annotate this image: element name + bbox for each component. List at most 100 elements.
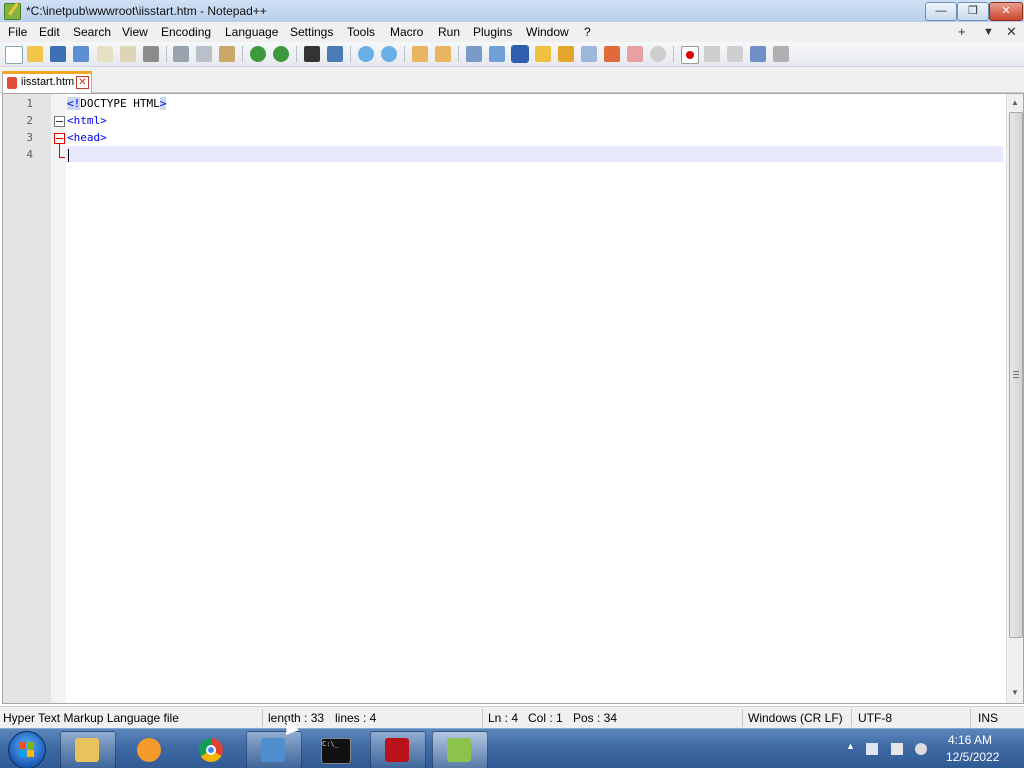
- redo-icon[interactable]: [273, 46, 289, 62]
- status-divider: [742, 709, 743, 727]
- menu-run[interactable]: Run: [438, 25, 460, 39]
- undo-icon[interactable]: [250, 46, 266, 62]
- media-player-icon: [137, 738, 161, 762]
- line-number: 4: [26, 148, 33, 161]
- taskbar-filezilla[interactable]: [370, 731, 426, 768]
- toolbar-separator: [404, 46, 405, 62]
- network-icon[interactable]: [866, 743, 878, 755]
- save-macro-icon[interactable]: [773, 46, 789, 62]
- notepad-plus-plus-icon[interactable]: [4, 3, 21, 20]
- tab-iisstart[interactable]: iisstart.htm ✕: [2, 71, 92, 94]
- toolbar-separator: [166, 46, 167, 62]
- menu-encoding[interactable]: Encoding: [161, 25, 211, 39]
- toolbar: [0, 42, 1024, 67]
- replace-icon[interactable]: [327, 46, 343, 62]
- menu-language[interactable]: Language: [225, 25, 278, 39]
- stop-recording-icon[interactable]: [704, 46, 720, 62]
- word-wrap-icon[interactable]: [466, 46, 482, 62]
- record-macro-icon[interactable]: [681, 46, 699, 64]
- folder-as-workspace-icon[interactable]: [604, 46, 620, 62]
- desktop-screen: *C:\inetpub\wwwroot\iisstart.htm - Notep…: [0, 0, 1024, 768]
- status-insert-mode[interactable]: INS: [978, 711, 998, 725]
- run-macro-multiple-icon[interactable]: [750, 46, 766, 62]
- volume-icon[interactable]: [915, 743, 927, 755]
- status-encoding[interactable]: UTF-8: [858, 711, 892, 725]
- menu-file[interactable]: File: [8, 25, 27, 39]
- monitoring-icon[interactable]: [627, 46, 643, 62]
- new-tab-plus-button[interactable]: +: [958, 24, 966, 39]
- close-document-button[interactable]: ✕: [1006, 24, 1017, 40]
- menu-edit[interactable]: Edit: [39, 25, 60, 39]
- play-macro-icon[interactable]: [727, 46, 743, 62]
- status-lines: lines : 4: [335, 711, 377, 725]
- code-line-2: <html>: [67, 114, 107, 127]
- line-number: 2: [26, 114, 33, 127]
- menu-view[interactable]: View: [122, 25, 148, 39]
- menu-search[interactable]: Search: [73, 25, 111, 39]
- status-divider: [851, 709, 852, 727]
- close-window-button[interactable]: ✕: [989, 2, 1023, 21]
- status-column: Col : 1: [528, 711, 563, 725]
- close-icon[interactable]: [97, 46, 113, 62]
- current-line-highlight: [66, 146, 1003, 162]
- fold-toggle-head[interactable]: [54, 133, 65, 144]
- sync-horizontal-icon[interactable]: [435, 46, 451, 62]
- status-line-number: Ln : 4: [488, 711, 519, 725]
- paste-icon[interactable]: [219, 46, 235, 62]
- menu-macro[interactable]: Macro: [390, 25, 423, 39]
- clock-time[interactable]: 4:16 AM: [948, 733, 992, 747]
- open-file-icon[interactable]: [27, 46, 43, 62]
- status-divider: [482, 709, 483, 727]
- user-language-icon[interactable]: [535, 46, 551, 62]
- taskbar-media-player[interactable]: [122, 731, 178, 768]
- fold-toggle-html[interactable]: [54, 116, 65, 127]
- tab-list-dropdown-button[interactable]: ▼: [983, 26, 994, 38]
- zoom-in-icon[interactable]: [358, 46, 374, 62]
- windows-logo-icon: [19, 742, 35, 758]
- function-list-icon[interactable]: [581, 46, 597, 62]
- doctype-close: >: [159, 97, 167, 110]
- code-editor[interactable]: 1 2 3 4 <!DOCTYPE HTML> <html> <head> ▲ …: [2, 93, 1024, 704]
- new-file-icon[interactable]: [5, 46, 23, 64]
- line-number-gutter: [3, 94, 51, 703]
- scroll-down-arrow[interactable]: ▼: [1011, 688, 1019, 697]
- menu-settings[interactable]: Settings: [290, 25, 333, 39]
- restore-button[interactable]: ❐: [957, 2, 989, 21]
- taskbar-chrome[interactable]: [184, 731, 240, 768]
- save-all-icon[interactable]: [73, 46, 89, 62]
- close-all-icon[interactable]: [120, 46, 136, 62]
- copy-icon[interactable]: [196, 46, 212, 62]
- menu-window[interactable]: Window: [526, 25, 569, 39]
- minimize-button[interactable]: —: [925, 2, 957, 21]
- zoom-out-icon[interactable]: [381, 46, 397, 62]
- show-all-chars-icon[interactable]: [489, 46, 505, 62]
- scroll-up-arrow[interactable]: ▲: [1011, 98, 1019, 107]
- status-divider: [970, 709, 971, 727]
- menu-tools[interactable]: Tools: [347, 25, 375, 39]
- taskbar-iis-manager[interactable]: [246, 731, 302, 768]
- menu-plugins[interactable]: Plugins: [473, 25, 512, 39]
- clock-date[interactable]: 12/5/2022: [946, 750, 999, 764]
- print-icon[interactable]: [143, 46, 159, 62]
- show-hidden-icons-button[interactable]: ▲: [846, 741, 855, 751]
- fold-end-marker: [59, 157, 65, 158]
- indent-guide-icon[interactable]: [511, 45, 529, 63]
- document-map-icon[interactable]: [558, 46, 574, 62]
- menu-help[interactable]: ?: [584, 25, 591, 39]
- tab-close-button[interactable]: ✕: [76, 76, 89, 89]
- scroll-thumb[interactable]: [1009, 112, 1023, 638]
- eye-icon[interactable]: [650, 46, 666, 62]
- find-icon[interactable]: [304, 46, 320, 62]
- taskbar-notepad-plus-plus[interactable]: [432, 731, 488, 768]
- taskbar-command-prompt[interactable]: C:\_: [308, 731, 364, 768]
- windows-taskbar: C:\_ ▲ 4:16 AM 12/5/2022: [0, 728, 1024, 768]
- start-button[interactable]: [8, 731, 46, 768]
- cut-icon[interactable]: [173, 46, 189, 62]
- taskbar-explorer[interactable]: [60, 731, 116, 768]
- sync-vertical-icon[interactable]: [412, 46, 428, 62]
- status-eol[interactable]: Windows (CR LF): [748, 711, 843, 725]
- vertical-scrollbar[interactable]: ▲ ▼: [1006, 94, 1023, 703]
- action-center-icon[interactable]: [891, 743, 903, 755]
- unsaved-file-icon: [7, 77, 17, 89]
- save-icon[interactable]: [50, 46, 66, 62]
